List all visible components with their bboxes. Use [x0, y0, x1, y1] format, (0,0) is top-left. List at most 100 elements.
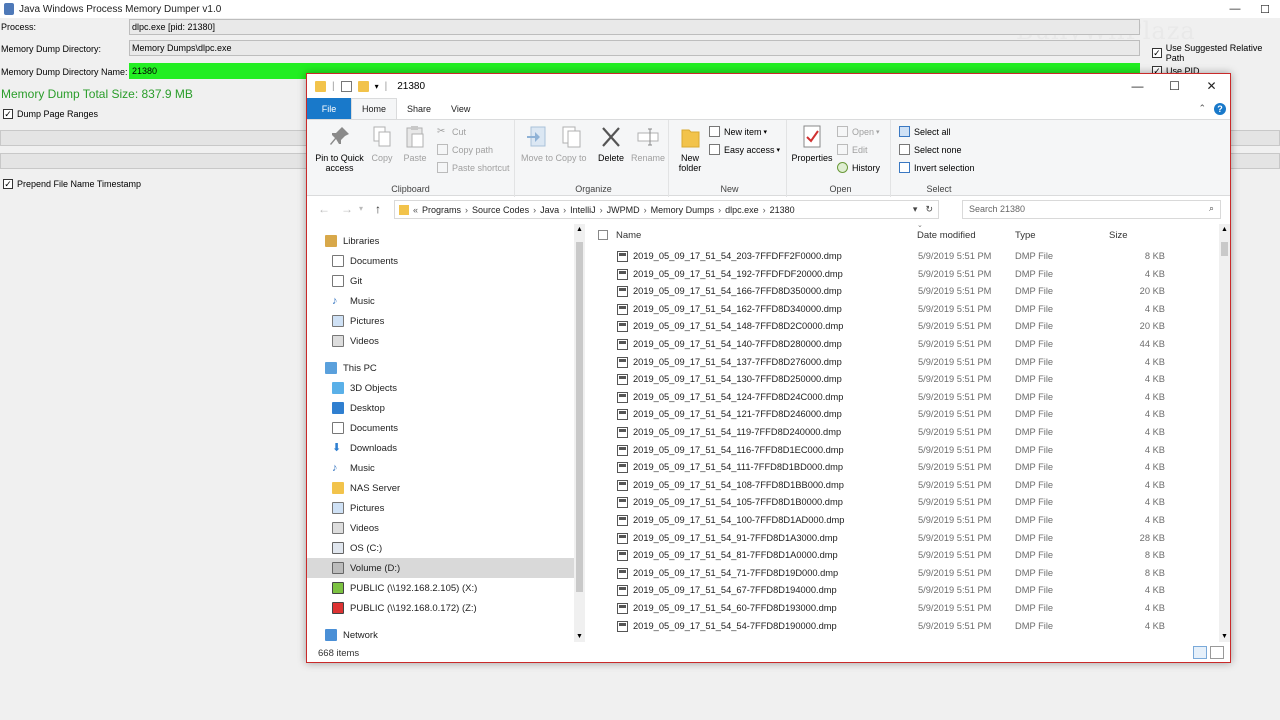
- help-icon[interactable]: ?: [1214, 102, 1226, 115]
- edit-button[interactable]: Edit: [837, 144, 868, 155]
- nav-nas-server[interactable]: NAS Server: [332, 478, 400, 498]
- breadcrumb-item[interactable]: IntelliJ: [570, 205, 596, 215]
- file-row[interactable]: 2019_05_09_17_51_54_162-7FFD8D340000.dmp…: [589, 301, 1219, 319]
- recent-locations-chevron-icon[interactable]: ▾: [359, 204, 363, 213]
- copy-path-button[interactable]: Copy path: [437, 144, 493, 155]
- nav-videos[interactable]: Videos: [332, 518, 379, 538]
- nav-scrollbar[interactable]: ▲ ▼: [574, 224, 585, 642]
- nav-network[interactable]: Network: [325, 625, 378, 642]
- tab-view[interactable]: View: [441, 98, 480, 119]
- chevron-up-icon[interactable]: ⌃: [1198, 103, 1206, 114]
- close-button[interactable]: ✕: [1193, 74, 1230, 98]
- new-folder-quick-icon[interactable]: [357, 80, 369, 92]
- scroll-down-icon[interactable]: ▼: [576, 633, 583, 640]
- maximize-button[interactable]: ☐: [1250, 0, 1280, 18]
- back-arrow-icon[interactable]: ←: [318, 202, 330, 216]
- file-row[interactable]: 2019_05_09_17_51_54_116-7FFD8D1EC000.dmp…: [589, 442, 1219, 460]
- file-row[interactable]: 2019_05_09_17_51_54_121-7FFD8D246000.dmp…: [589, 406, 1219, 424]
- nav-os-c[interactable]: OS (C:): [332, 538, 382, 558]
- file-row[interactable]: 2019_05_09_17_51_54_166-7FFD8D350000.dmp…: [589, 283, 1219, 301]
- tab-share[interactable]: Share: [397, 98, 441, 119]
- select-all-checkbox[interactable]: [598, 230, 608, 240]
- nav-lib-git[interactable]: Git: [332, 271, 362, 291]
- minimize-button[interactable]: —: [1119, 74, 1156, 98]
- pin-to-quick-access-button[interactable]: Pin to Quick access: [312, 124, 367, 173]
- nav-lib-videos[interactable]: Videos: [332, 331, 379, 351]
- properties-button[interactable]: Properties: [791, 124, 833, 163]
- nav-desktop[interactable]: Desktop: [332, 398, 385, 418]
- address-bar[interactable]: « Programs › Source Codes › Java › IntelliJ…: [394, 200, 939, 219]
- file-row[interactable]: 2019_05_09_17_51_54_105-7FFD8D1B0000.dmp…: [589, 494, 1219, 512]
- use-suggested-path-checkbox[interactable]: ✓ Use Suggested Relative Path: [1152, 43, 1280, 63]
- easy-access-button[interactable]: Easy access ▾: [709, 144, 780, 155]
- breadcrumb-item[interactable]: Source Codes: [472, 205, 529, 215]
- delete-button[interactable]: Delete: [595, 124, 627, 163]
- process-field[interactable]: dlpc.exe [pid: 21380]: [129, 19, 1140, 35]
- nav-lib-pictures[interactable]: Pictures: [332, 311, 384, 331]
- breadcrumb-item[interactable]: Java: [540, 205, 559, 215]
- file-row[interactable]: 2019_05_09_17_51_54_203-7FFDFF2F0000.dmp…: [589, 248, 1219, 266]
- nav-public-x[interactable]: PUBLIC (\\192.168.2.105) (X:): [332, 578, 477, 598]
- file-row[interactable]: 2019_05_09_17_51_54_100-7FFD8D1AD000.dmp…: [589, 512, 1219, 530]
- paste-button[interactable]: Paste: [400, 124, 430, 163]
- copy-button[interactable]: Copy: [367, 124, 397, 163]
- file-row[interactable]: 2019_05_09_17_51_54_119-7FFD8D240000.dmp…: [589, 424, 1219, 442]
- nav-libraries[interactable]: Libraries: [325, 231, 379, 251]
- file-row[interactable]: 2019_05_09_17_51_54_137-7FFD8D276000.dmp…: [589, 354, 1219, 372]
- breadcrumb-overflow[interactable]: «: [413, 205, 418, 215]
- column-header-name[interactable]: Name: [616, 230, 641, 241]
- breadcrumb-item[interactable]: Memory Dumps: [651, 205, 715, 215]
- prepend-timestamp-checkbox[interactable]: ✓ Prepend File Name Timestamp: [3, 179, 141, 189]
- customize-quick-access-icon[interactable]: ▾: [375, 82, 379, 91]
- new-folder-button[interactable]: New folder: [675, 124, 705, 173]
- file-list-scrollbar[interactable]: ▲ ▼: [1219, 224, 1230, 642]
- file-row[interactable]: 2019_05_09_17_51_54_111-7FFD8D1BD000.dmp…: [589, 459, 1219, 477]
- breadcrumb-item[interactable]: 21380: [770, 205, 795, 215]
- move-to-button[interactable]: Move to: [521, 124, 553, 163]
- history-button[interactable]: History: [837, 162, 880, 173]
- file-row[interactable]: 2019_05_09_17_51_54_71-7FFD8D19D000.dmp 5…: [589, 565, 1219, 583]
- file-row[interactable]: 2019_05_09_17_51_54_192-7FFDFDF20000.dmp…: [589, 266, 1219, 284]
- column-header-date[interactable]: Date modified: [917, 230, 976, 241]
- nav-documents[interactable]: Documents: [332, 418, 398, 438]
- nav-lib-documents[interactable]: Documents: [332, 251, 398, 271]
- details-view-icon[interactable]: [1193, 646, 1207, 659]
- file-row[interactable]: 2019_05_09_17_51_54_140-7FFD8D280000.dmp…: [589, 336, 1219, 354]
- minimize-button[interactable]: —: [1220, 0, 1250, 18]
- file-row[interactable]: 2019_05_09_17_51_54_67-7FFD8D194000.dmp 5…: [589, 582, 1219, 600]
- nav-volume-d[interactable]: Volume (D:): [307, 558, 575, 578]
- nav-downloads[interactable]: ⬇ Downloads: [332, 438, 397, 458]
- nav-public-z[interactable]: PUBLIC (\\192.168.0.172) (Z:): [332, 598, 477, 618]
- file-list-scroll-thumb[interactable]: [1221, 242, 1228, 256]
- large-icons-view-icon[interactable]: [1210, 646, 1224, 659]
- cut-button[interactable]: ✂ Cut: [437, 126, 466, 137]
- file-row[interactable]: 2019_05_09_17_51_54_60-7FFD8D193000.dmp 5…: [589, 600, 1219, 618]
- file-row[interactable]: 2019_05_09_17_51_54_124-7FFD8D24C000.dmp…: [589, 389, 1219, 407]
- file-row[interactable]: 2019_05_09_17_51_54_91-7FFD8D1A3000.dmp 5…: [589, 530, 1219, 548]
- search-input[interactable]: Search 21380 ⌕: [962, 200, 1221, 219]
- scroll-up-icon[interactable]: ▲: [576, 226, 583, 233]
- column-header-size[interactable]: Size: [1109, 230, 1127, 241]
- up-arrow-icon[interactable]: ↑: [375, 202, 381, 216]
- forward-arrow-icon[interactable]: →: [341, 202, 353, 216]
- maximize-button[interactable]: ☐: [1156, 74, 1193, 98]
- breadcrumb-item[interactable]: JWPMD: [607, 205, 640, 215]
- nav-scroll-thumb[interactable]: [576, 242, 583, 592]
- nav-pictures[interactable]: Pictures: [332, 498, 384, 518]
- properties-quick-icon[interactable]: [340, 80, 352, 92]
- nav-lib-music[interactable]: ♪ Music: [332, 291, 375, 311]
- column-header-type[interactable]: Type: [1015, 230, 1036, 241]
- paste-shortcut-button[interactable]: Paste shortcut: [437, 162, 510, 173]
- dump-dir-field[interactable]: Memory Dumps\dlpc.exe: [129, 40, 1140, 56]
- file-row[interactable]: 2019_05_09_17_51_54_148-7FFD8D2C0000.dmp…: [589, 318, 1219, 336]
- file-row[interactable]: 2019_05_09_17_51_54_108-7FFD8D1BB000.dmp…: [589, 477, 1219, 495]
- breadcrumb-item[interactable]: Programs: [422, 205, 461, 215]
- refresh-icon[interactable]: ↻: [925, 204, 933, 215]
- tab-file[interactable]: File: [307, 98, 351, 119]
- select-none-button[interactable]: Select none: [899, 144, 962, 155]
- scroll-down-icon[interactable]: ▼: [1221, 633, 1228, 640]
- copy-to-button[interactable]: Copy to: [555, 124, 587, 163]
- scroll-up-icon[interactable]: ▲: [1221, 226, 1228, 233]
- dump-page-ranges-checkbox[interactable]: ✓ Dump Page Ranges: [3, 109, 98, 119]
- chevron-down-icon[interactable]: ▾: [913, 204, 918, 215]
